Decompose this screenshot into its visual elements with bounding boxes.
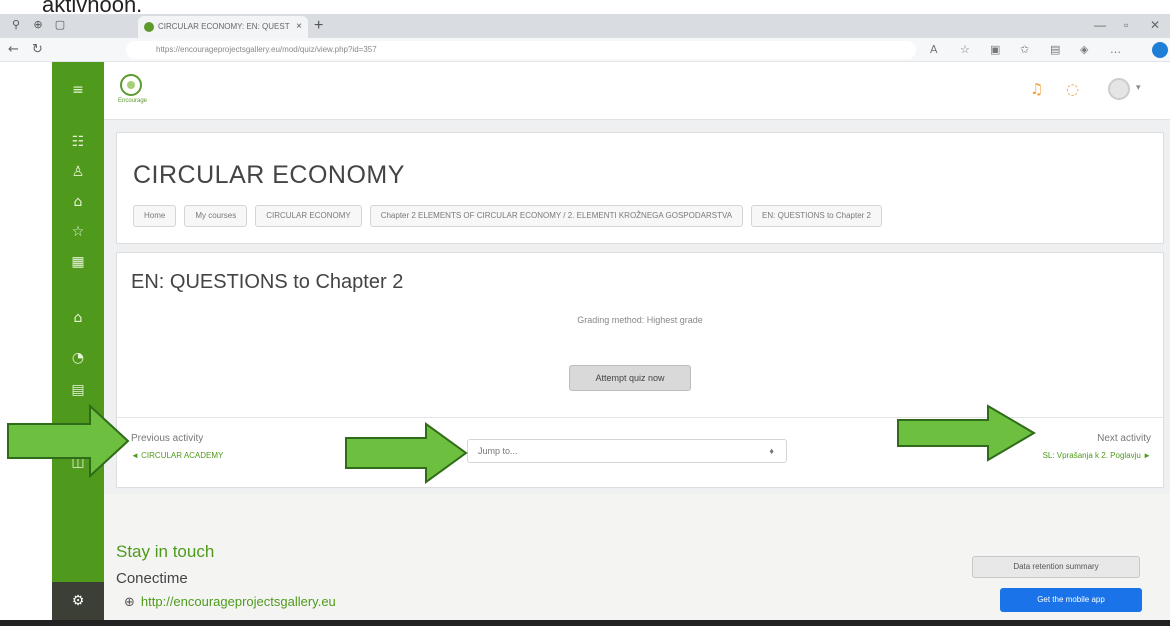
grading-method-text: Grading method: Highest grade [577,315,703,325]
calendar-icon[interactable]: ▤ [66,380,90,400]
user-avatar[interactable] [1108,78,1130,100]
logo-subtitle: Encourage [118,98,148,104]
data-retention-summary-button[interactable]: Data retention summary [972,556,1140,578]
previous-activity-link[interactable]: ◄ CIRCULAR ACADEMY [131,451,223,460]
tab-favicon-icon [144,22,154,32]
split-screen-icon[interactable]: ▣ [990,43,1000,56]
tab-title: CIRCULAR ECONOMY: EN: QUEST [158,22,290,31]
footer-site-link[interactable]: ⊕ http://encourageprojectsgallery.eu [124,594,336,610]
collections-icon[interactable]: ▤ [1050,43,1060,56]
profile-icon[interactable]: ⚲ [8,17,24,33]
grades-icon[interactable]: ▦ [66,252,90,272]
participants-icon[interactable]: ♙ [66,162,90,182]
user-menu-caret-icon[interactable]: ▾ [1136,82,1141,93]
os-taskbar [0,620,1170,626]
settings-gear-icon[interactable]: ⚙ [52,582,104,620]
maximize-icon[interactable]: ▫ [1124,18,1128,32]
select-caret-icon: ♦ [769,446,774,456]
favorites-icon[interactable]: ✩ [1020,43,1029,56]
tab-close-icon[interactable]: × [296,16,302,38]
breadcrumb-activity[interactable]: EN: QUESTIONS to Chapter 2 [751,205,882,227]
browser-tab-bar: ⚲ ⊕ ▢ CIRCULAR ECONOMY: EN: QUEST × + — … [0,14,1170,38]
attempt-quiz-button[interactable]: Attempt quiz now [569,365,691,391]
competencies-icon[interactable]: ☆ [66,222,90,242]
annotation-arrow-middle [345,422,468,484]
refresh-icon[interactable]: ↻ [32,42,43,57]
next-activity-link[interactable]: SL: Vprašanja k 2. Poglavju ► [1043,451,1151,460]
new-tab-button[interactable]: + [314,16,323,36]
dashboard-icon[interactable]: ◔ [66,348,90,368]
site-logo[interactable] [120,74,142,96]
tab-actions-icon[interactable]: ▢ [52,17,68,33]
footer-site-url[interactable]: http://encourageprojectsgallery.eu [141,594,336,609]
next-activity-label: Next activity [1097,433,1151,444]
copilot-icon[interactable] [1152,42,1168,58]
breadcrumb: Home My courses CIRCULAR ECONOMY Chapter… [133,205,882,227]
badges-icon[interactable]: ⌂ [66,192,90,212]
previous-activity-label: Previous activity [131,433,204,444]
course-sidebar: ≡ ☷ ♙ ⌂ ☆ ▦ ⌂ ◔ ▤ ◫ ⚙ [52,62,104,620]
course-index-icon[interactable]: ☷ [66,132,90,152]
quiz-title: EN: QUESTIONS to Chapter 2 [131,271,404,293]
page-header-card: CIRCULAR ECONOMY Home My courses CIRCULA… [116,132,1164,244]
breadcrumb-chapter[interactable]: Chapter 2 ELEMENTS OF CIRCULAR ECONOMY /… [369,205,744,227]
more-menu-icon[interactable]: … [1110,43,1121,56]
browser-tab[interactable]: CIRCULAR ECONOMY: EN: QUEST × [138,16,308,38]
annotation-arrow-left [7,404,130,478]
favorite-star-icon[interactable]: ☆ [960,43,970,56]
get-mobile-app-button[interactable]: Get the mobile app [1000,588,1142,612]
page-title: CIRCULAR ECONOMY [133,161,405,189]
breadcrumb-my-courses[interactable]: My courses [184,205,248,227]
read-aloud-icon[interactable]: A [930,43,938,56]
breadcrumb-course[interactable]: CIRCULAR ECONOMY [255,205,362,227]
back-icon[interactable]: ← [8,42,19,57]
notifications-bell-icon[interactable]: ♫ [1030,80,1043,98]
footer-contact-text: Conectime [116,570,188,587]
messages-icon[interactable]: ◌ [1066,80,1079,98]
globe-icon: ⊕ [124,595,135,610]
close-window-icon[interactable]: ✕ [1150,18,1160,32]
home-icon[interactable]: ⌂ [66,308,90,328]
jump-to-placeholder: Jump to... [478,446,518,456]
annotation-arrow-right [897,404,1036,462]
browser-address-bar: ← ↻ https://encourageprojectsgallery.eu/… [0,38,1170,62]
url-field[interactable]: https://encourageprojectsgallery.eu/mod/… [126,41,916,59]
minimize-icon[interactable]: — [1094,18,1106,32]
breadcrumb-home[interactable]: Home [133,205,177,227]
stay-in-touch-heading: Stay in touch [116,542,215,561]
extensions-icon[interactable]: ⊕ [30,17,46,33]
jump-to-select[interactable]: Jump to... ♦ [467,439,787,463]
menu-toggle-icon[interactable]: ≡ [66,80,90,100]
extensions-puzzle-icon[interactable]: ◈ [1080,43,1088,56]
site-header: Encourage ♫ ◌ ▾ [104,62,1170,120]
